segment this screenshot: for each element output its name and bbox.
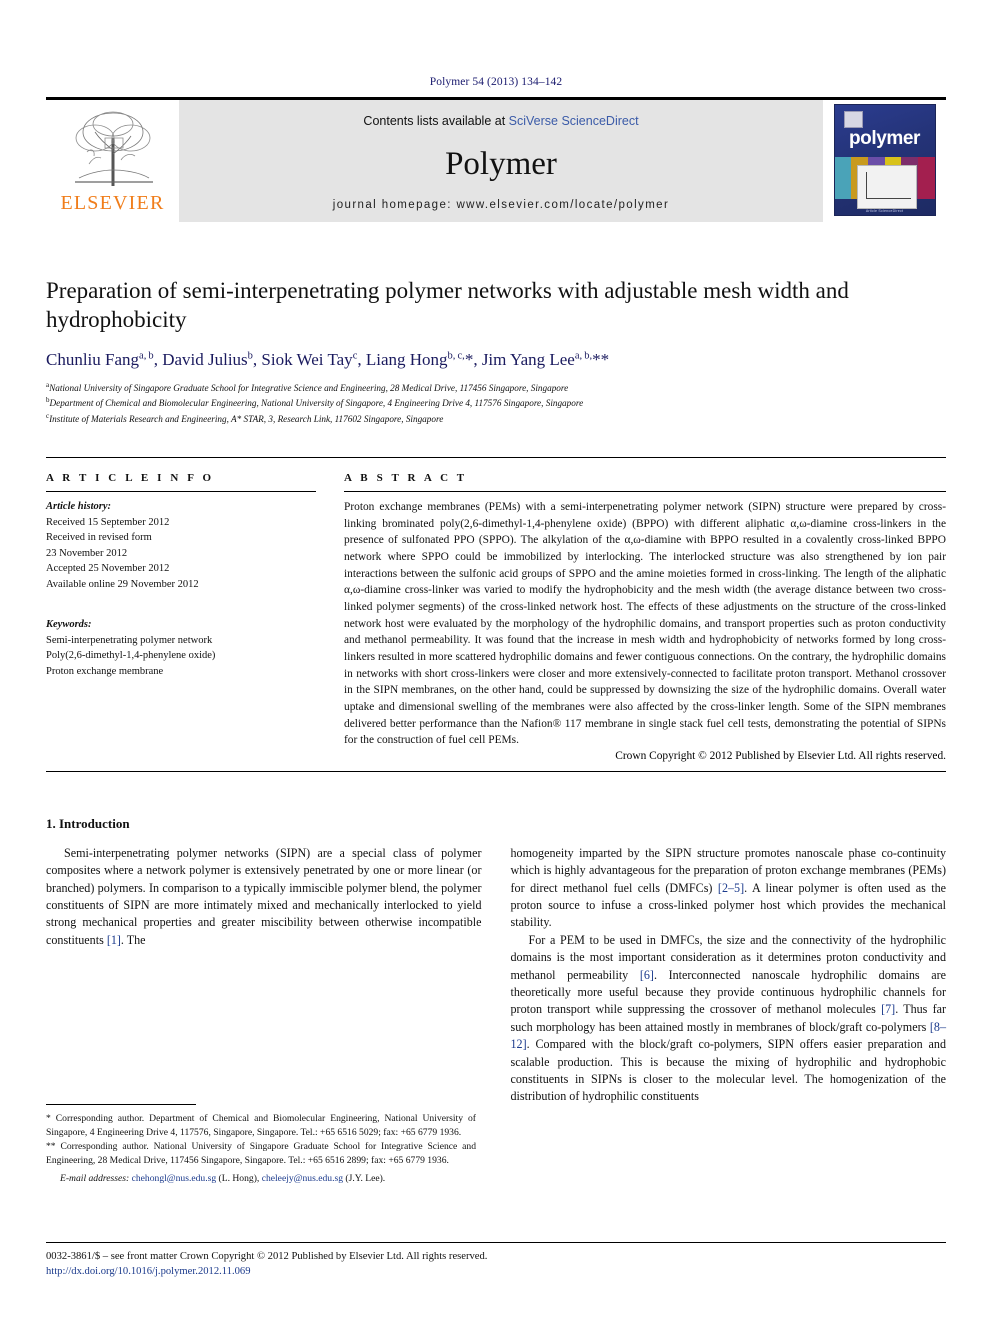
email-link-lee[interactable]: cheleejy@nus.edu.sg [262, 1173, 343, 1184]
paper-page: Polymer 54 (2013) 134–142 ELSEVIER Conte… [0, 0, 992, 1323]
author-list: Chunliu Fanga, b, David Juliusb, Siok We… [46, 349, 610, 369]
contents-available-line: Contents lists available at SciVerse Sci… [363, 114, 638, 128]
affiliation-text-c: Institute of Materials Research and Engi… [49, 413, 444, 424]
article-info-heading: A R T I C L E I N F O [46, 472, 215, 485]
title-block: Preparation of semi-interpenetrating pol… [46, 276, 946, 426]
issn-copyright-line: 0032-3861/$ – see front matter Crown Cop… [46, 1251, 488, 1262]
journal-homepage-link[interactable]: journal homepage: www.elsevier.com/locat… [179, 199, 823, 211]
footnote-corresponding-1: * Corresponding author. Department of Ch… [46, 1113, 476, 1138]
elsevier-logo-block: ELSEVIER [46, 100, 179, 222]
intro-paragraph-left-1: Semi-interpenetrating polymer networks (… [46, 845, 482, 947]
keyword-0: Semi-interpenetrating polymer network [46, 634, 213, 646]
cover-publisher-icon [843, 111, 863, 128]
page-footer: 0032-3861/$ – see front matter Crown Cop… [46, 1242, 946, 1280]
sciencedirect-link[interactable]: SciVerse ScienceDirect [509, 114, 639, 128]
abstract-copyright: Crown Copyright © 2012 Published by Else… [615, 749, 946, 762]
email-label: E-mail addresses: [60, 1172, 130, 1184]
elsevier-tree-icon [61, 108, 165, 192]
email-link-hong[interactable]: chehongl@nus.edu.sg [132, 1173, 217, 1184]
keywords-label: Keywords: [46, 619, 92, 631]
footnote-rule [46, 1104, 196, 1105]
body-column-left: 1. Introduction Semi-interpenetrating po… [46, 816, 482, 1106]
article-title: Preparation of semi-interpenetrating pol… [46, 278, 849, 333]
abstract-text: Proton exchange membranes (PEMs) with a … [344, 501, 946, 747]
history-item-1: Received in revised form [46, 532, 152, 544]
keyword-2: Proton exchange membrane [46, 665, 164, 677]
info-abstract-block: A R T I C L E I N F O Article history: R… [46, 457, 946, 762]
affiliation-text-b: Department of Chemical and Biomolecular … [49, 398, 584, 409]
journal-title: Polymer [445, 146, 557, 182]
abstract-column: A B S T R A C T Proton exchange membrane… [344, 472, 946, 762]
section-heading-introduction: 1. Introduction [46, 815, 130, 831]
history-item-4: Available online 29 November 2012 [46, 578, 199, 590]
contents-prefix: Contents lists available at [363, 114, 509, 128]
affiliation-list: aNational University of Singapore Gradua… [46, 380, 946, 426]
abstract-bottom-rule [46, 770, 946, 772]
journal-cover-block: polymer Article ScienceDirect [823, 100, 946, 222]
cover-inset-chart [856, 165, 917, 209]
affiliation-c: cInstitute of Materials Research and Eng… [46, 411, 946, 426]
journal-cover-image: polymer Article ScienceDirect [833, 104, 936, 216]
page-footer-rule [46, 1242, 946, 1243]
history-item-3: Accepted 25 November 2012 [46, 563, 170, 575]
history-item-0: Received 15 September 2012 [46, 516, 170, 528]
email-owner-hong: (L. Hong), [218, 1172, 260, 1184]
abstract-heading: A B S T R A C T [344, 472, 468, 485]
intro-paragraph-right-2: For a PEM to be used in DMFCs, the size … [510, 932, 947, 1104]
email-owner-lee: (J.Y. Lee). [345, 1172, 386, 1184]
article-info-column: A R T I C L E I N F O Article history: R… [46, 472, 316, 762]
doi-link[interactable]: http://dx.doi.org/10.1016/j.polymer.2012… [46, 1264, 946, 1279]
affiliation-b: bDepartment of Chemical and Biomolecular… [46, 395, 946, 410]
keywords-block: Keywords: Semi-interpenetrating polymer … [46, 610, 316, 679]
journal-masthead: ELSEVIER Contents lists available at Sci… [46, 97, 946, 222]
keyword-1: Poly(2,6-dimethyl-1,4-phenylene oxide) [46, 650, 216, 662]
affiliation-a: aNational University of Singapore Gradua… [46, 380, 946, 395]
article-history: Article history: Received 15 September 2… [46, 492, 316, 592]
footnote-block: * Corresponding author. Department of Ch… [46, 1104, 476, 1186]
contents-band: Contents lists available at SciVerse Sci… [179, 100, 823, 222]
running-head: Polymer 54 (2013) 134–142 [429, 76, 563, 88]
article-history-label: Article history: [46, 501, 112, 513]
footnote-emails: E-mail addresses: chehongl@nus.edu.sg (L… [46, 1172, 476, 1186]
affiliation-text-a: National University of Singapore Graduat… [49, 383, 569, 394]
cover-title: polymer [848, 128, 921, 149]
footnote-corresponding-2: ** Corresponding author. National Univer… [46, 1140, 476, 1166]
history-item-2: 23 November 2012 [46, 547, 128, 559]
body-columns: 1. Introduction Semi-interpenetrating po… [46, 816, 946, 1106]
elsevier-wordmark: ELSEVIER [60, 192, 165, 214]
body-column-right: homogeneity imparted by the SIPN structu… [511, 816, 947, 1106]
intro-paragraph-right-1: homogeneity imparted by the SIPN structu… [510, 845, 947, 930]
cover-footer-text: Article ScienceDirect [865, 209, 904, 213]
